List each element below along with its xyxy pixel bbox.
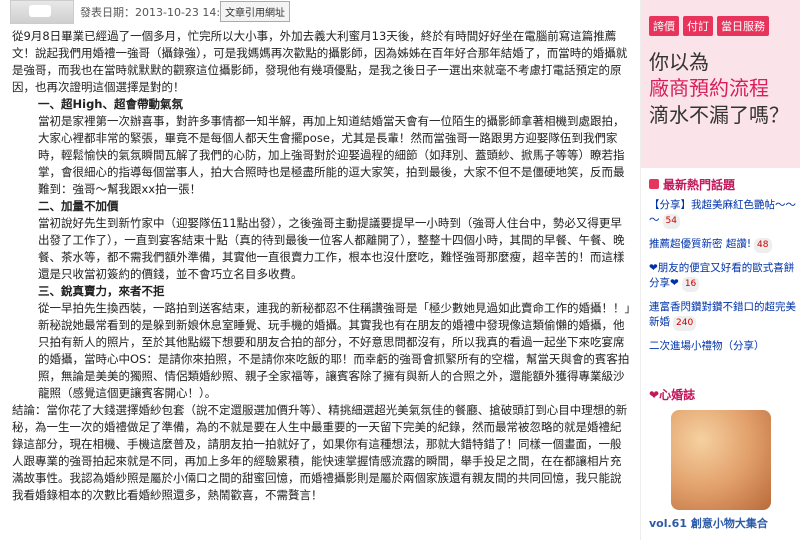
heart-magazine-title: ❤心婚誌 xyxy=(649,388,696,402)
intro-paragraph: 從9月8日畢業已經過了一個多月，忙完所以大小事，外加去義大利蜜月13天後，終於有… xyxy=(12,29,628,94)
hot-icon xyxy=(649,179,659,189)
chip-1: 誇價 xyxy=(649,16,679,36)
article-body: 從9月8日畢業已經過了一個多月，忙完所以大小事，外加去義大利蜜月13天後，終於有… xyxy=(12,28,632,504)
section-heading-1: 一、超High、超會帶動氣氛 xyxy=(38,97,183,111)
hot-topic-item[interactable]: 二次進場小禮物（分享） xyxy=(649,339,799,354)
hot-topic-link[interactable]: 二次進場小禮物（分享） xyxy=(649,340,765,352)
ad-line-2: 廠商預約流程 xyxy=(649,76,769,100)
hot-topic-count: 54 xyxy=(662,214,680,229)
hot-topic-link[interactable]: 連富香閃鑽對鑽不錯口的超完美新婚 xyxy=(649,301,796,328)
section-heading-3: 三、銳真賣力，來者不拒 xyxy=(38,284,165,298)
section-heading-2: 二、加量不加價 xyxy=(38,199,119,213)
hot-topic-item[interactable]: 連富香閃鑽對鑽不錯口的超完美新婚 240 xyxy=(649,300,799,331)
hot-topics-list: 【分享】我超美麻紅色艷帖～～～ 54 推薦超優質新密 超讚! 48 ❤朋友的便宜又好… xyxy=(649,198,799,362)
hot-topic-count: 16 xyxy=(681,277,700,292)
author-thumbnail[interactable] xyxy=(10,0,74,24)
hot-topics-title: 最新熱門話題 xyxy=(649,176,735,193)
cite-url-button[interactable]: 文章引用網址 xyxy=(220,1,290,22)
section-paragraph-3: 從一早拍先生換西裝，一路拍到送客結束，連我的新秘都忍不住稱讚強哥是「極少數她見過… xyxy=(38,301,631,400)
hot-topic-item[interactable]: 推薦超優質新密 超讚! 48 xyxy=(649,237,799,253)
hot-topic-item[interactable]: 【分享】我超美麻紅色艷帖～～～ 54 xyxy=(649,198,799,229)
magazine-vol-label[interactable]: vol.61 創意小物大集合 xyxy=(649,515,768,531)
hot-topic-count: 48 xyxy=(754,238,772,253)
ad-line-3: 滴水不漏了嗎？ xyxy=(649,103,789,127)
hot-topic-count: 240 xyxy=(673,316,697,331)
hot-topic-item[interactable]: ❤朋友的便宜又好看的歐式喜餅分享❤ 16 xyxy=(649,261,799,292)
chip-2: 付訂 xyxy=(683,16,713,36)
heart-magazine-label: 心婚誌 xyxy=(659,388,696,402)
article-column: 發表日期：2013-10-23 14:58:21 文章引用網址 從9月8日畢業已… xyxy=(0,0,640,540)
chip-3: 當日服務 xyxy=(717,16,769,36)
section-paragraph-2: 當初說好先生到新竹家中（迎娶隊伍11點出發），之後強哥主動提議要提早一小時到（強… xyxy=(38,216,625,281)
hot-topic-link[interactable]: 推薦超優質新密 超讚! xyxy=(649,238,751,250)
sidebar: 誇價 付訂 當日服務 你以為 廠商預約流程 滴水不漏了嗎？ 最新熱門話題 【分享… xyxy=(640,0,800,540)
cupcake-image[interactable] xyxy=(671,410,771,510)
section-paragraph-1: 當初是家裡第一次辦喜事，對許多事情都一知半解，再加上知道結婚當天會有一位陌生的攝… xyxy=(38,114,625,196)
conclusion-paragraph: 結論：當你花了大錢選擇婚紗包套（說不定還服選加價升等）、精挑細選超光美氣氛佳的餐… xyxy=(12,403,628,502)
ad-banner[interactable]: 誇價 付訂 當日服務 你以為 廠商預約流程 滴水不漏了嗎？ xyxy=(641,0,800,168)
hot-topics-label: 最新熱門話題 xyxy=(663,178,736,192)
ad-line-1: 你以為 xyxy=(649,50,709,74)
ad-chips: 誇價 付訂 當日服務 xyxy=(649,16,769,36)
hot-topic-link[interactable]: ❤朋友的便宜又好看的歐式喜餅分享❤ xyxy=(649,262,794,289)
